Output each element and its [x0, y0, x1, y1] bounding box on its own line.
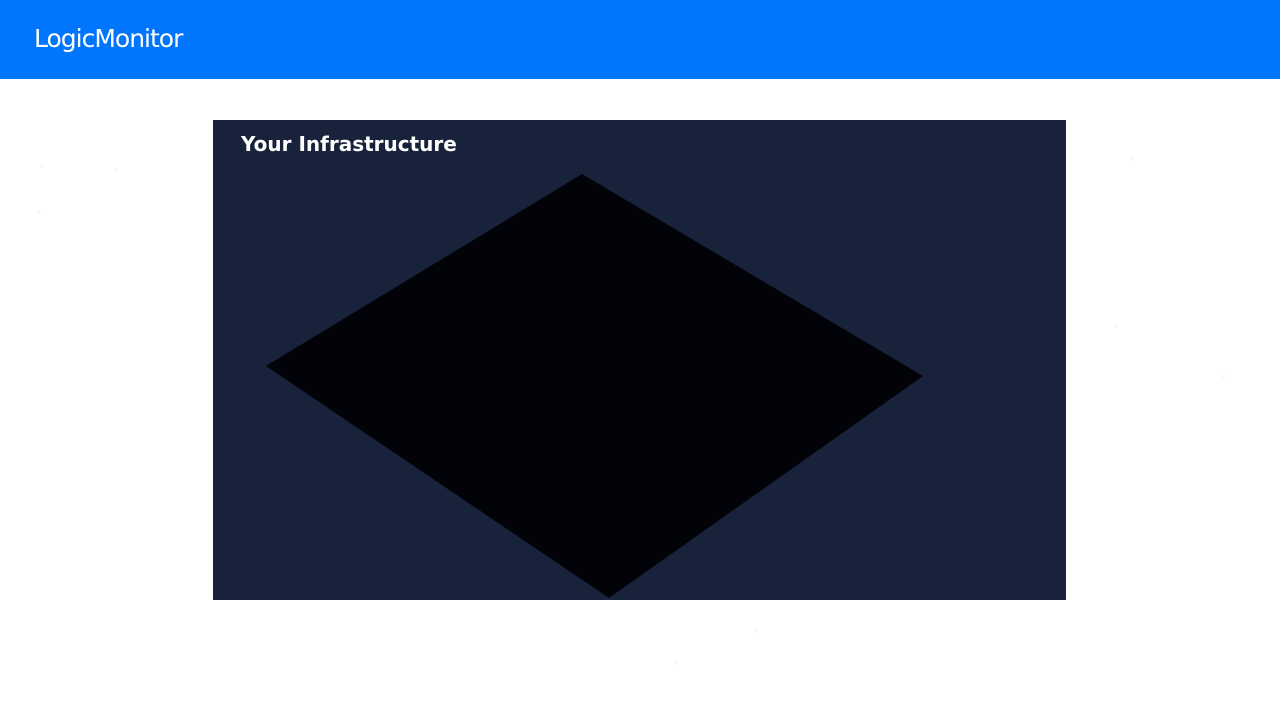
infrastructure-diamond-graphic [266, 174, 923, 598]
decorative-speck [115, 168, 118, 171]
decorative-speck [38, 210, 41, 213]
panel-title: Your Infrastructure [241, 132, 457, 156]
decorative-speck [1115, 325, 1118, 328]
logicmonitor-logo[interactable]: LogicMonitor [34, 22, 183, 56]
decorative-speck [675, 662, 678, 665]
decorative-speck [1130, 158, 1133, 161]
decorative-speck [40, 165, 43, 168]
decorative-speck [1222, 375, 1225, 378]
diamond-shape [266, 174, 923, 598]
decorative-speck [755, 630, 758, 633]
infrastructure-panel: Your Infrastructure [213, 120, 1066, 600]
top-header-bar: LogicMonitor [0, 0, 1280, 79]
